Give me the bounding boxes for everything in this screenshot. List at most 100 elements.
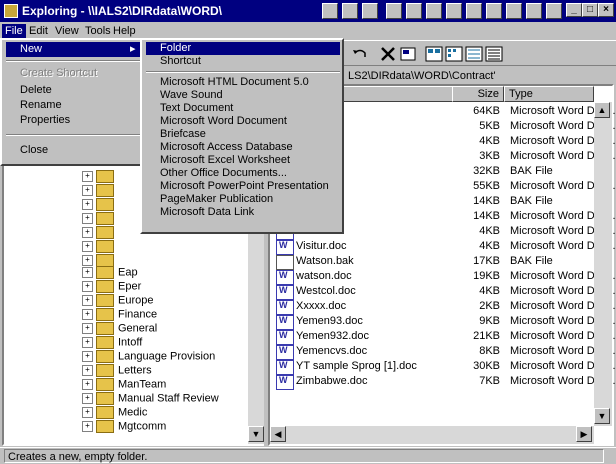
new-shortcut-item[interactable]: Shortcut [146, 55, 340, 68]
taskbar-app-icon-7[interactable] [546, 3, 562, 19]
scroll-up-arrow-icon[interactable]: ▲ [594, 102, 610, 118]
menu-tools[interactable]: Tools [82, 24, 114, 38]
minimize-button[interactable]: _ [566, 3, 582, 17]
taskbar-app-icon-5[interactable] [506, 3, 522, 19]
new-text-document-item[interactable]: Text Document [146, 102, 340, 115]
taskbar-app-icon-2[interactable] [446, 3, 462, 19]
details-view-icon[interactable] [484, 45, 504, 63]
table-row[interactable]: Visitur.doc4KBMicrosoft Word Doc... [272, 239, 616, 255]
expand-icon[interactable]: + [82, 241, 93, 252]
menu-edit[interactable]: Edit [26, 24, 51, 38]
list-horizontal-scrollbar[interactable]: ◀ ▶ [270, 426, 594, 444]
maximize-button[interactable]: □ [582, 3, 598, 17]
expand-icon[interactable]: + [82, 309, 93, 320]
scroll-left-arrow-icon[interactable]: ◀ [270, 426, 286, 442]
list-view-icon[interactable] [464, 45, 484, 63]
title-bar[interactable]: Exploring - \\IALS2\DIRdata\WORD\ _ □ × [0, 0, 616, 22]
tree-item-eap[interactable]: + Eap [82, 266, 138, 280]
expand-icon[interactable]: + [82, 323, 93, 334]
new-folder-item[interactable]: Folder [146, 42, 340, 55]
list-vertical-scrollbar[interactable]: ▲ ▼ [594, 102, 612, 426]
expand-icon[interactable]: + [82, 351, 93, 362]
taskbar-app-icon-3[interactable] [466, 3, 482, 19]
scroll-down-arrow-icon[interactable]: ▼ [248, 426, 264, 442]
table-row[interactable]: YT sample Sprog [1].doc30KBMicrosoft Wor… [272, 359, 616, 375]
small-icons-view-icon[interactable] [444, 45, 464, 63]
new-pagemaker-publication-item[interactable]: PageMaker Publication [146, 193, 340, 206]
menu-view[interactable]: View [52, 24, 82, 38]
tree-item-mgtcomm[interactable]: + Mgtcomm [82, 420, 166, 434]
explorer-app-icon[interactable] [4, 4, 18, 18]
new-wave-sound-item[interactable]: Wave Sound [146, 89, 340, 102]
tree-item-language-provision[interactable]: + Language Provision [82, 350, 215, 364]
expand-icon[interactable]: + [82, 365, 93, 376]
file-menu-close[interactable]: Close [6, 143, 144, 158]
table-row[interactable]: Xxxxx.doc2KBMicrosoft Word Doc... [272, 299, 616, 315]
table-row[interactable]: Yemen93.doc9KBMicrosoft Word Doc... [272, 314, 616, 330]
properties-icon[interactable] [398, 45, 418, 63]
file-menu-delete[interactable]: Delete [6, 83, 144, 98]
new-access-database-item[interactable]: Microsoft Access Database [146, 141, 340, 154]
expand-icon[interactable]: + [82, 213, 93, 224]
tree-item[interactable]: + [82, 170, 118, 184]
expand-icon[interactable]: + [82, 393, 93, 404]
column-header-size[interactable]: Size [452, 86, 504, 102]
new-other-office-documents-item[interactable]: Other Office Documents... [146, 167, 340, 180]
tree-item-medic[interactable]: + Medic [82, 406, 147, 420]
file-menu-rename[interactable]: Rename [6, 98, 144, 113]
scroll-down-arrow-icon[interactable]: ▼ [594, 408, 610, 424]
scroll-right-arrow-icon[interactable]: ▶ [576, 426, 592, 442]
taskbar-word-icon[interactable] [362, 3, 378, 19]
new-powerpoint-presentation-item[interactable]: Microsoft PowerPoint Presentation [146, 180, 340, 193]
new-briefcase-item[interactable]: Briefcase [146, 128, 340, 141]
tree-item[interactable]: + [82, 198, 118, 212]
expand-icon[interactable]: + [82, 185, 93, 196]
expand-icon[interactable]: + [82, 407, 93, 418]
table-row[interactable]: Yemencvs.doc8KBMicrosoft Word Doc... [272, 344, 616, 360]
expand-icon[interactable]: + [82, 281, 93, 292]
table-row[interactable]: Watson.bak 17KB BAK File [272, 254, 594, 270]
tree-item-manteam[interactable]: + ManTeam [82, 378, 166, 392]
expand-icon[interactable]: + [82, 295, 93, 306]
file-menu-properties[interactable]: Properties [6, 113, 144, 128]
taskbar-app-icon-4[interactable] [486, 3, 502, 19]
tree-item-manual-staff-review[interactable]: + Manual Staff Review [82, 392, 219, 406]
taskbar-app-icon[interactable] [342, 3, 358, 19]
expand-icon[interactable]: + [82, 267, 93, 278]
tree-item[interactable]: + [82, 212, 118, 226]
taskbar-window-icon[interactable] [386, 3, 402, 19]
taskbar-app-icon-6[interactable] [526, 3, 542, 19]
taskbar-tool-icon[interactable] [406, 3, 422, 19]
tree-item-general[interactable]: + General [82, 322, 157, 336]
column-header-type[interactable]: Type [504, 86, 594, 102]
tree-item[interactable]: + [82, 184, 118, 198]
table-row[interactable]: Yemen932.doc21KBMicrosoft Word Doc... [272, 329, 616, 345]
undo-icon[interactable] [350, 45, 370, 63]
tree-item-europe[interactable]: + Europe [82, 294, 153, 308]
file-menu-new[interactable]: New ▸ [6, 42, 144, 57]
tree-item[interactable]: + [82, 226, 118, 240]
expand-icon[interactable]: + [82, 421, 93, 432]
tree-item[interactable]: + [82, 240, 118, 254]
expand-icon[interactable]: + [82, 171, 93, 182]
delete-icon[interactable] [378, 45, 398, 63]
new-excel-worksheet-item[interactable]: Microsoft Excel Worksheet [146, 154, 340, 167]
tree-item-letters[interactable]: + Letters [82, 364, 152, 378]
new-html-document-item[interactable]: Microsoft HTML Document 5.0 [146, 76, 340, 89]
menu-help[interactable]: Help [110, 24, 139, 38]
tree-item-intoff[interactable]: + Intoff [82, 336, 142, 350]
table-row[interactable]: watson.doc19KBMicrosoft Word Doc... [272, 269, 616, 285]
expand-icon[interactable]: + [82, 337, 93, 348]
taskbar-globe-icon[interactable] [426, 3, 442, 19]
table-row[interactable]: Zimbabwe.doc7KBMicrosoft Word Doc... [272, 374, 616, 390]
taskbar-excel-icon[interactable] [322, 3, 338, 19]
new-word-document-item[interactable]: Microsoft Word Document [146, 115, 340, 128]
tree-item-finance[interactable]: + Finance [82, 308, 157, 322]
table-row[interactable]: Westcol.doc4KBMicrosoft Word Doc... [272, 284, 616, 300]
large-icons-view-icon[interactable] [424, 45, 444, 63]
menu-file[interactable]: File [2, 24, 26, 38]
expand-icon[interactable]: + [82, 379, 93, 390]
expand-icon[interactable]: + [82, 227, 93, 238]
close-button[interactable]: × [598, 3, 614, 17]
expand-icon[interactable]: + [82, 255, 93, 266]
